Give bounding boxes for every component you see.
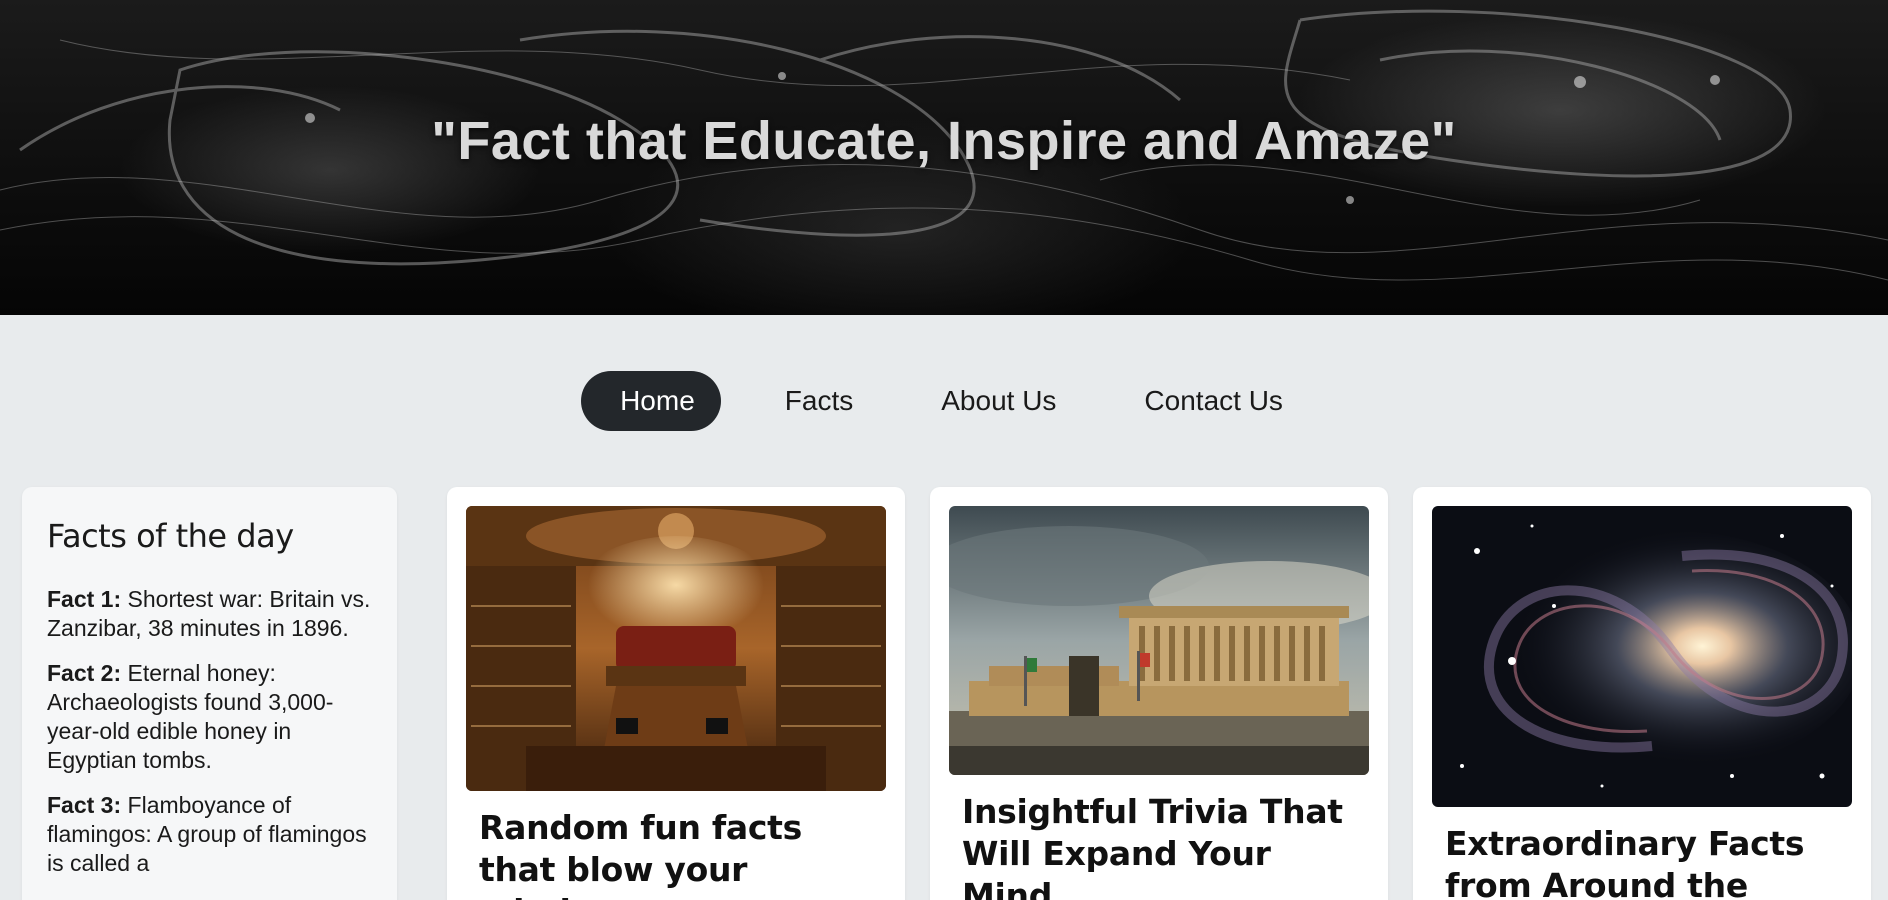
main-nav: Home Facts About Us Contact Us — [0, 371, 1888, 431]
hero-banner: "Fact that Educate, Inspire and Amaze" — [0, 0, 1888, 315]
fact-label: Fact 1: — [47, 586, 122, 612]
card-title[interactable]: Extraordinary Facts from Around the — [1432, 823, 1852, 900]
nav-home[interactable]: Home — [581, 371, 721, 431]
nav-about-us[interactable]: About Us — [917, 371, 1080, 431]
fact-item: Fact 1: Shortest war: Britain vs. Zanzib… — [47, 585, 372, 643]
nav-facts[interactable]: Facts — [761, 371, 877, 431]
fact-item: Fact 2: Eternal honey: Archaeologists fo… — [47, 659, 372, 775]
article-card[interactable]: Insightful Trivia That Will Expand Your … — [930, 487, 1388, 900]
hero-title: "Fact that Educate, Inspire and Amaze" — [431, 111, 1457, 171]
facts-of-the-day-panel: Facts of the day Fact 1: Shortest war: B… — [22, 487, 397, 900]
spiral-galaxy-image[interactable] — [1432, 506, 1852, 807]
card-title[interactable]: Random fun facts that blow your mind... — [466, 807, 886, 900]
card-title[interactable]: Insightful Trivia That Will Expand Your … — [949, 791, 1369, 900]
monument-building-image[interactable] — [949, 506, 1369, 775]
fact-label: Fact 3: — [47, 792, 122, 818]
sidebar-title: Facts of the day — [47, 517, 294, 555]
library-interior-image[interactable] — [466, 506, 886, 791]
nav-contact-us[interactable]: Contact Us — [1120, 371, 1307, 431]
fact-label: Fact 2: — [47, 660, 122, 686]
article-card[interactable]: Random fun facts that blow your mind... — [447, 487, 905, 900]
fact-item: Fact 3: Flamboyance of flamingos: A grou… — [47, 791, 372, 878]
article-card[interactable]: Extraordinary Facts from Around the — [1413, 487, 1871, 900]
